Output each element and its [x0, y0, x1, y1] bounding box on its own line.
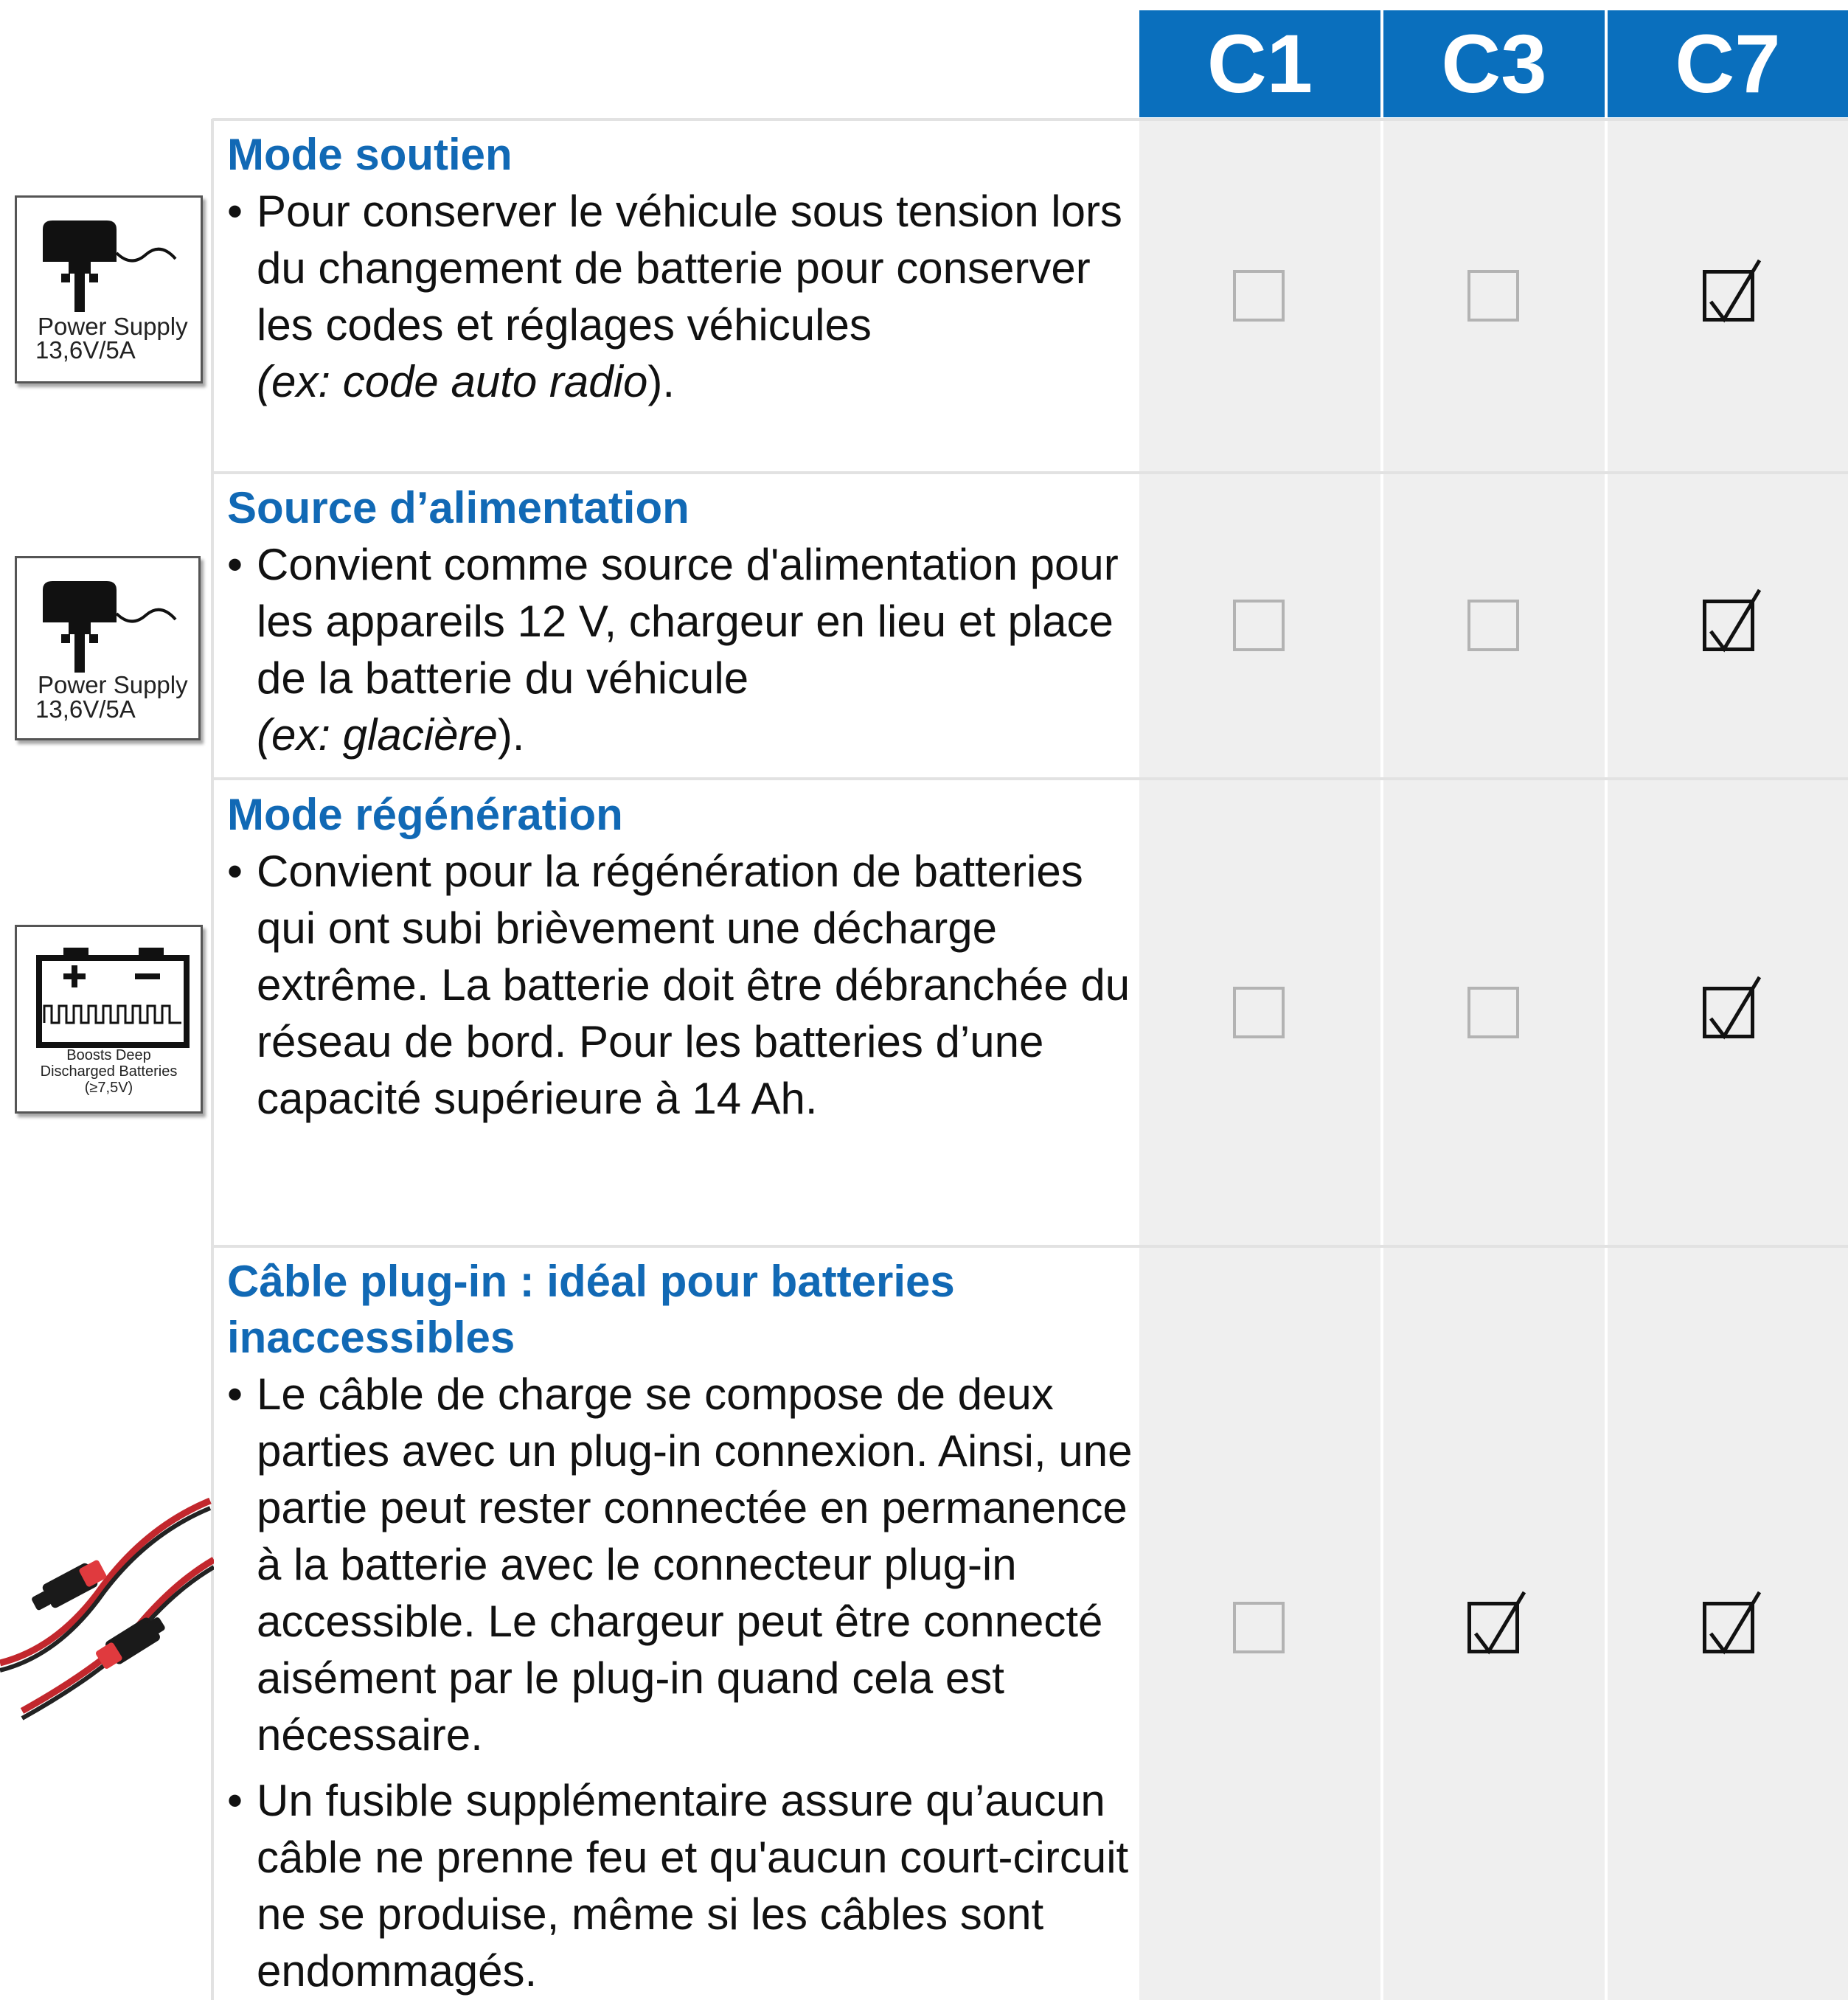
row-divider	[212, 118, 1848, 121]
feature-bullet: Pour conserver le véhicule sous tension …	[227, 183, 1134, 410]
feature-title: Mode régénération	[227, 790, 623, 839]
feature-title: Câble plug-in : idéal pour batteries ina…	[227, 1257, 955, 1362]
checkbox-c1	[1233, 1602, 1285, 1653]
checkbox-c3	[1467, 270, 1519, 322]
column-c7	[1608, 120, 1848, 2000]
row-divider	[212, 1245, 1848, 1248]
checkbox-c1	[1233, 600, 1285, 651]
checkbox-checked-c7	[1703, 588, 1762, 653]
column-c1	[1139, 120, 1380, 2000]
feature-title: Mode soutien	[227, 130, 513, 179]
checkbox-c1	[1233, 270, 1285, 322]
table-row: Source d’alimentation Convient comme sou…	[227, 480, 1134, 763]
check-mark-icon	[1709, 976, 1762, 1040]
table-row: Mode soutien Pour conserver le véhicule …	[227, 127, 1134, 410]
column-c3	[1383, 120, 1605, 2000]
checkbox-c1	[1233, 987, 1285, 1038]
checkbox-c3	[1467, 987, 1519, 1038]
checkbox-c3	[1467, 600, 1519, 651]
check-mark-icon	[1709, 588, 1762, 653]
column-header-c7: C7	[1608, 10, 1848, 117]
checkbox-checked-c3	[1467, 1591, 1526, 1655]
check-mark-icon	[1474, 1591, 1526, 1655]
feature-bullet: Convient pour la régénération de batteri…	[227, 843, 1134, 1127]
checkbox-checked-c7	[1703, 976, 1762, 1040]
feature-bullet: Convient comme source d'alimentation pou…	[227, 536, 1134, 763]
power-plug-icon	[43, 221, 177, 312]
plug-in-cable-icon	[0, 1490, 216, 1726]
battery-icon	[36, 948, 190, 1048]
table-row: Câble plug-in : idéal pour batteries ina…	[227, 1254, 1138, 1999]
column-header-c3: C3	[1383, 10, 1605, 117]
checkbox-checked-c7	[1703, 1591, 1762, 1655]
power-supply-icon: Power Supply 13,6V/5A	[15, 195, 203, 383]
column-header-c1: C1	[1139, 10, 1380, 117]
checkbox-checked-c7	[1703, 259, 1762, 323]
feature-bullet: Le câble de charge se compose de deux pa…	[227, 1366, 1138, 1763]
feature-bullet: Un fusible supplémentaire assure qu’aucu…	[227, 1772, 1138, 1999]
check-mark-icon	[1709, 259, 1762, 323]
power-plug-icon	[43, 581, 177, 673]
deep-discharge-battery-icon: Boosts Deep Discharged Batteries (≥7,5V)	[15, 925, 203, 1114]
row-divider	[212, 777, 1848, 780]
check-mark-icon	[1709, 1591, 1762, 1655]
power-supply-icon: Power Supply 13,6V/5A	[15, 556, 201, 740]
table-row: Mode régénération Convient pour la régén…	[227, 787, 1134, 1127]
feature-title: Source d’alimentation	[227, 483, 689, 532]
row-divider	[212, 471, 1848, 474]
